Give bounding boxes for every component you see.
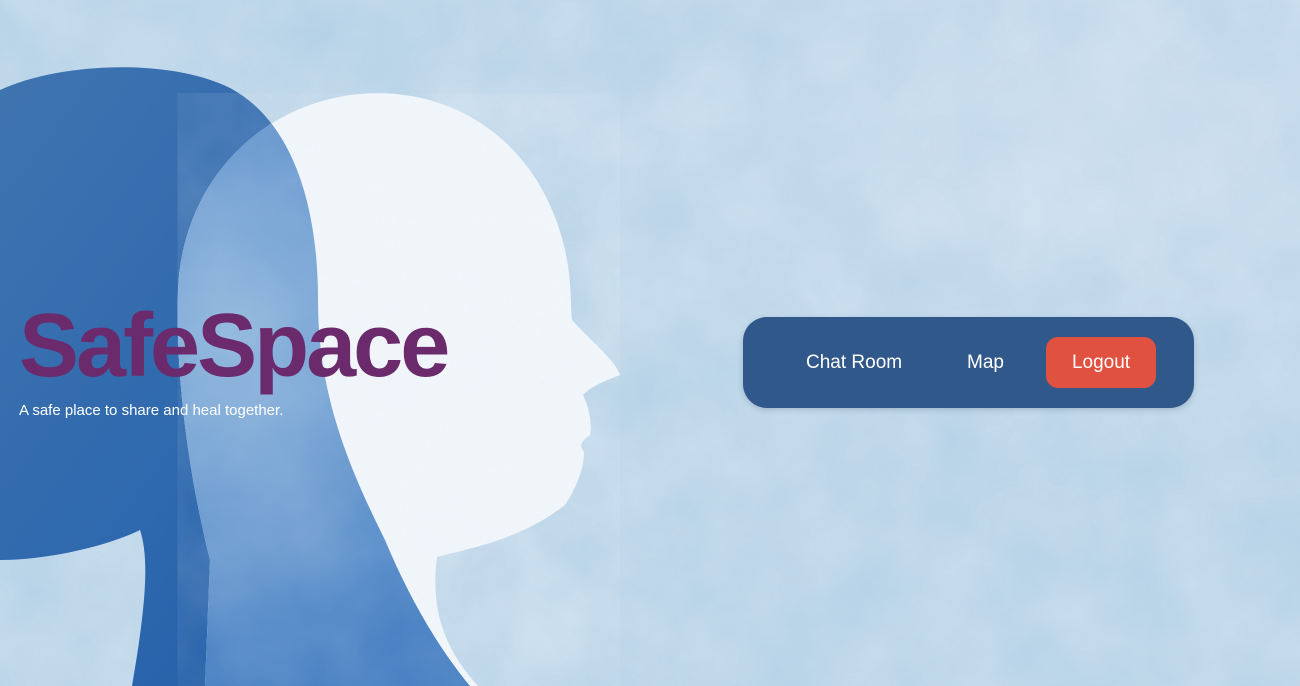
brand-block: SafeSpace A safe place to share and heal…	[19, 296, 450, 419]
brand-tagline: A safe place to share and heal together.	[19, 402, 284, 419]
nav-map-link[interactable]: Map	[967, 317, 1004, 408]
main-nav: Chat Room Map Logout	[743, 317, 1194, 408]
logout-button[interactable]: Logout	[1046, 337, 1156, 388]
brand-title: SafeSpace	[19, 296, 450, 396]
nav-chat-room-link[interactable]: Chat Room	[806, 317, 902, 408]
